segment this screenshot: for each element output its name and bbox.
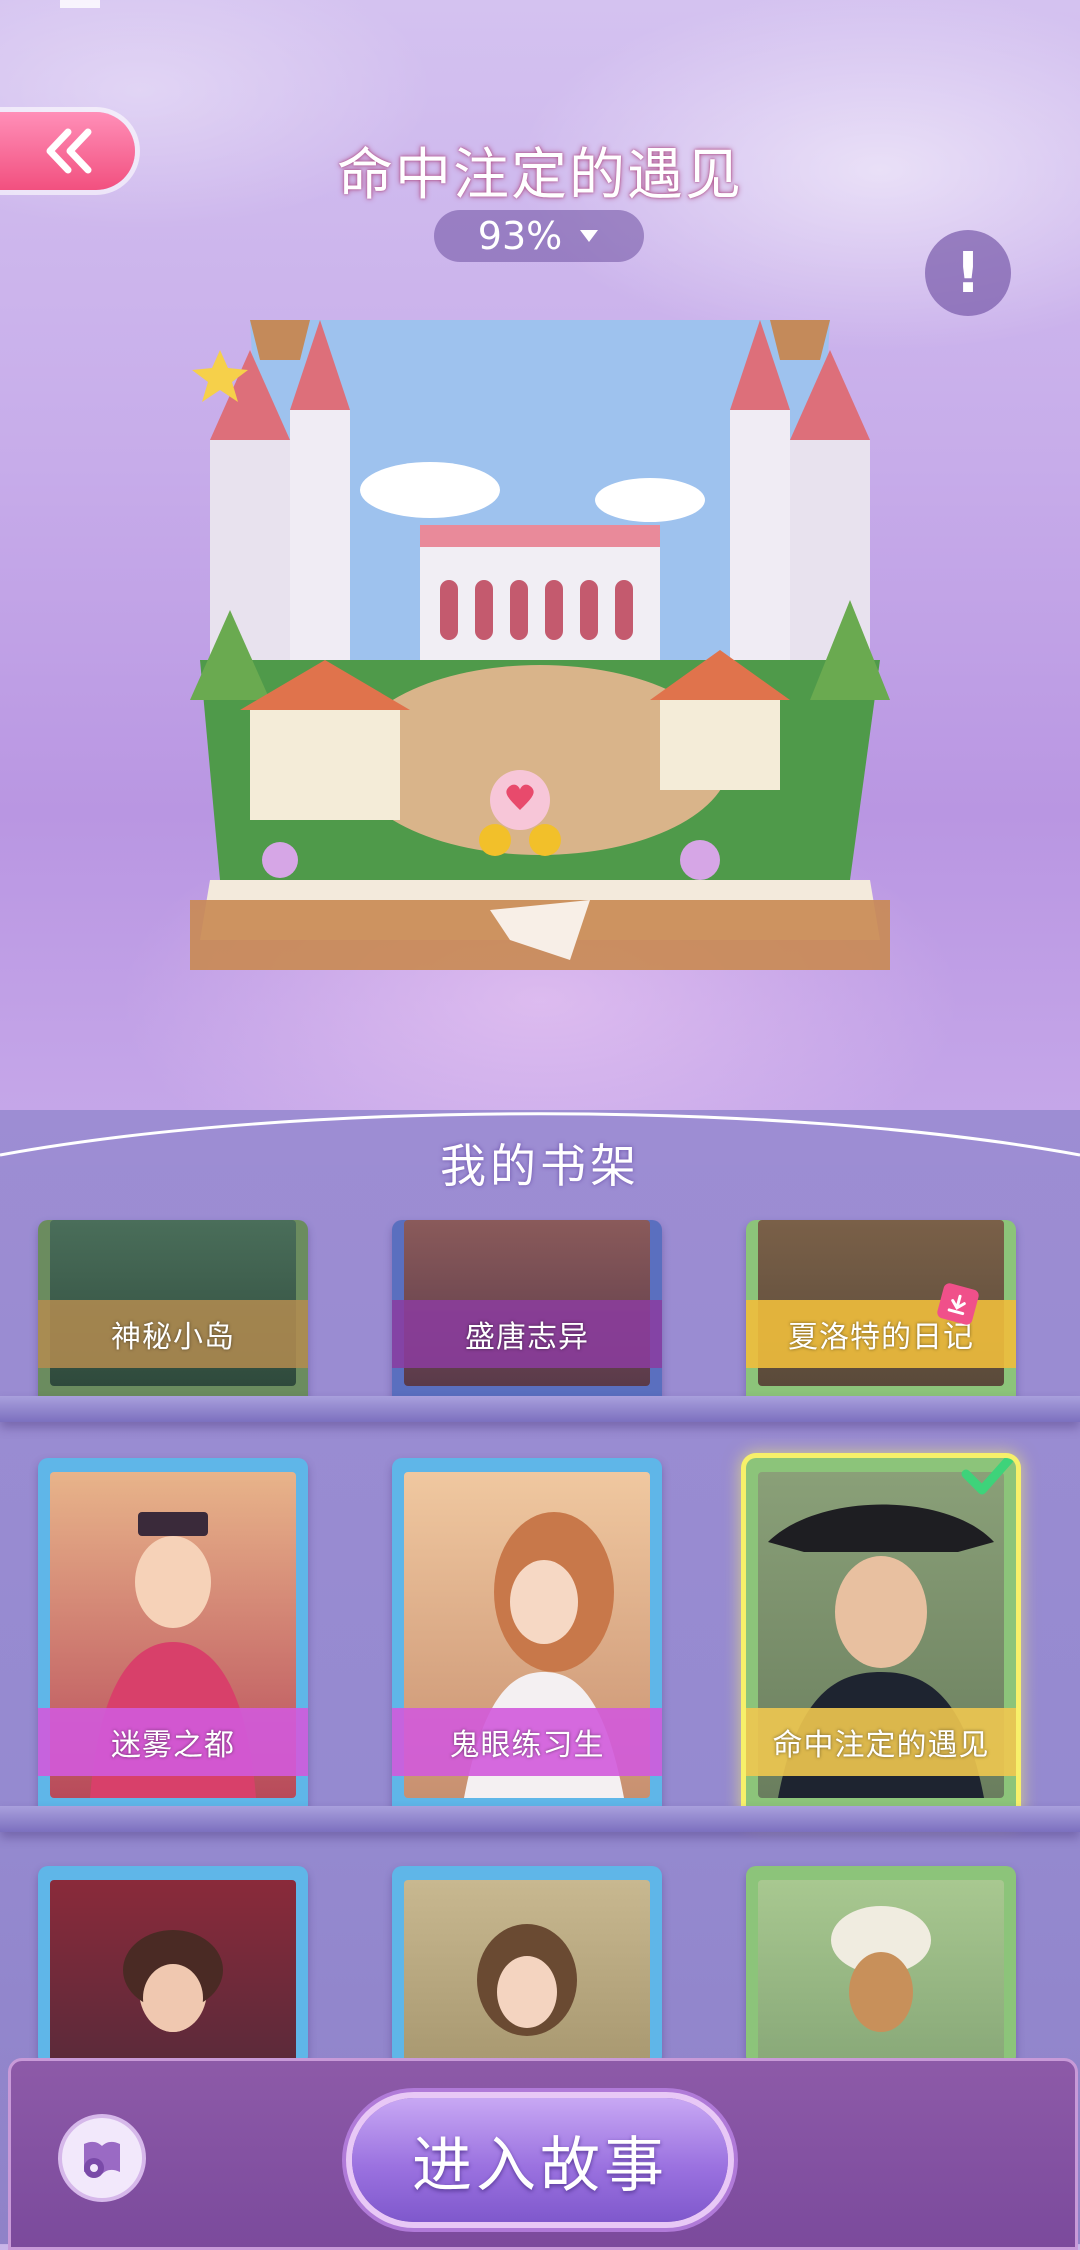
info-icon: !: [955, 240, 981, 306]
info-button[interactable]: !: [925, 230, 1011, 316]
book-card-row3-3[interactable]: [746, 1866, 1016, 2066]
page-title: 命中注定的遇见: [337, 143, 743, 208]
book-title: 神秘小岛: [38, 1300, 308, 1368]
book-cover: [404, 1880, 650, 2066]
shelf-plank: [0, 1806, 1080, 1832]
book-card-foggy-city[interactable]: 迷雾之都: [38, 1458, 308, 1818]
book-cover: [758, 1880, 1004, 2066]
progress-value: 93%: [477, 214, 563, 258]
book-title: 迷雾之都: [38, 1708, 308, 1776]
book-card-row3-1[interactable]: [38, 1866, 308, 2066]
status-bar-indicator: [60, 0, 100, 8]
double-chevron-left-icon: [46, 128, 91, 174]
enter-story-label: 进入故事: [412, 2130, 668, 2201]
book-card-ghost-eye-trainee[interactable]: 鬼眼练习生: [392, 1458, 662, 1818]
shelf-plank: [0, 1396, 1080, 1422]
enter-story-button[interactable]: 进入故事: [352, 2098, 728, 2222]
settings-button[interactable]: [62, 2118, 142, 2198]
checkmark-icon: [961, 1458, 1016, 1495]
caret-down-icon: [580, 230, 599, 242]
book-card-mysterious-island[interactable]: 神秘小岛: [38, 1220, 308, 1406]
book-card-row3-2[interactable]: [392, 1866, 662, 2066]
book-card-destined-encounter-selected[interactable]: 命中注定的遇见: [746, 1458, 1016, 1818]
book-title: 鬼眼练习生: [392, 1708, 662, 1776]
book-title: 盛唐志异: [392, 1300, 662, 1368]
book-gear-icon: [84, 2141, 120, 2178]
progress-dropdown[interactable]: 93%: [434, 210, 644, 262]
shelf-title: 我的书架: [440, 1139, 640, 1193]
back-button[interactable]: [0, 112, 135, 190]
popup-book-illustration: [190, 320, 890, 970]
book-cover: [50, 1880, 296, 2066]
book-card-charlotte-diary[interactable]: 夏洛特的日记: [746, 1220, 1016, 1406]
book-title: 夏洛特的日记: [746, 1300, 1016, 1368]
book-card-tang-dynasty[interactable]: 盛唐志异: [392, 1220, 662, 1406]
book-title: 命中注定的遇见: [746, 1708, 1016, 1776]
